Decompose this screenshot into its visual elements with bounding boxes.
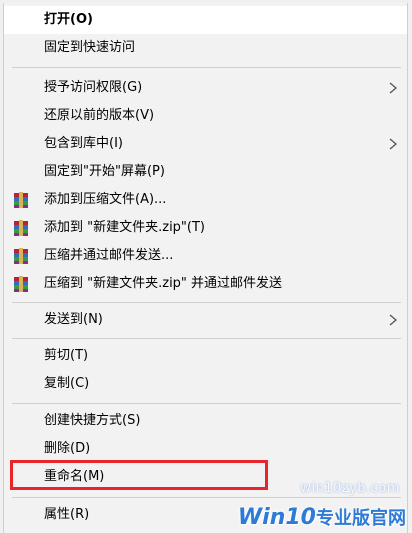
menu-item-label: 删除(D) <box>44 441 91 456</box>
menu-item-label: 固定到快速访问 <box>44 40 136 55</box>
watermark-brand-cn: 专业版官网 <box>316 508 406 529</box>
watermark-logo: Win10专业版官网 <box>238 504 406 530</box>
menu-item-label: 压缩到 "新建文件夹.zip" 并通过邮件发送 <box>44 276 283 291</box>
context-menu: 打开(O) 固定到快速访问 授予访问权限(G) 还原以前的版本(V) 包含到库中… <box>3 3 408 533</box>
menu-item-label: 剪切(T) <box>44 348 89 363</box>
winrar-icon <box>14 192 28 208</box>
menu-item-label: 还原以前的版本(V) <box>44 108 155 123</box>
menu-separator <box>12 302 401 303</box>
menu-item-label: 压缩并通过邮件发送... <box>44 248 174 263</box>
chevron-right-icon <box>389 82 398 94</box>
menu-item-label: 属性(R) <box>44 507 90 522</box>
menu-item-label: 发送到(N) <box>44 312 103 327</box>
menu-item-label: 添加到 "新建文件夹.zip"(T) <box>44 220 205 235</box>
menu-item-copy[interactable]: 复制(C) <box>4 370 407 398</box>
menu-item-label: 授予访问权限(G) <box>44 80 143 95</box>
menu-item-add-to-zip[interactable]: 添加到 "新建文件夹.zip"(T) <box>4 214 407 242</box>
menu-item-label: 打开(O) <box>44 12 93 27</box>
chevron-right-icon <box>389 314 398 326</box>
menu-item-send-to[interactable]: 发送到(N) <box>4 306 407 334</box>
menu-item-label: 添加到压缩文件(A)... <box>44 192 167 207</box>
watermark-url: win10zyb.com <box>300 481 400 496</box>
rename-highlight-box <box>10 460 268 490</box>
menu-item-compress-zip-email[interactable]: 压缩到 "新建文件夹.zip" 并通过邮件发送 <box>4 270 407 298</box>
menu-item-pin-quick-access[interactable]: 固定到快速访问 <box>4 34 407 62</box>
menu-separator <box>12 497 401 498</box>
winrar-icon <box>14 248 28 264</box>
menu-item-include-library[interactable]: 包含到库中(I) <box>4 130 407 158</box>
menu-item-label: 创建快捷方式(S) <box>44 413 141 428</box>
menu-item-open[interactable]: 打开(O) <box>4 6 407 34</box>
menu-item-label: 固定到"开始"屏幕(P) <box>44 164 165 179</box>
menu-separator <box>12 67 401 68</box>
watermark-brand-latin: Win10 <box>237 505 316 530</box>
menu-item-delete[interactable]: 删除(D) <box>4 435 407 463</box>
chevron-right-icon <box>389 138 398 150</box>
menu-separator <box>12 338 401 339</box>
menu-item-pin-start[interactable]: 固定到"开始"屏幕(P) <box>4 158 407 186</box>
menu-item-add-archive[interactable]: 添加到压缩文件(A)... <box>4 186 407 214</box>
menu-item-cut[interactable]: 剪切(T) <box>4 342 407 370</box>
winrar-icon <box>14 276 28 292</box>
winrar-icon <box>14 220 28 236</box>
menu-item-create-shortcut[interactable]: 创建快捷方式(S) <box>4 407 407 435</box>
menu-item-compress-email[interactable]: 压缩并通过邮件发送... <box>4 242 407 270</box>
menu-separator <box>12 403 401 404</box>
menu-item-give-access[interactable]: 授予访问权限(G) <box>4 74 407 102</box>
menu-item-restore-versions[interactable]: 还原以前的版本(V) <box>4 102 407 130</box>
menu-item-label: 复制(C) <box>44 376 90 391</box>
menu-item-label: 包含到库中(I) <box>44 136 123 151</box>
